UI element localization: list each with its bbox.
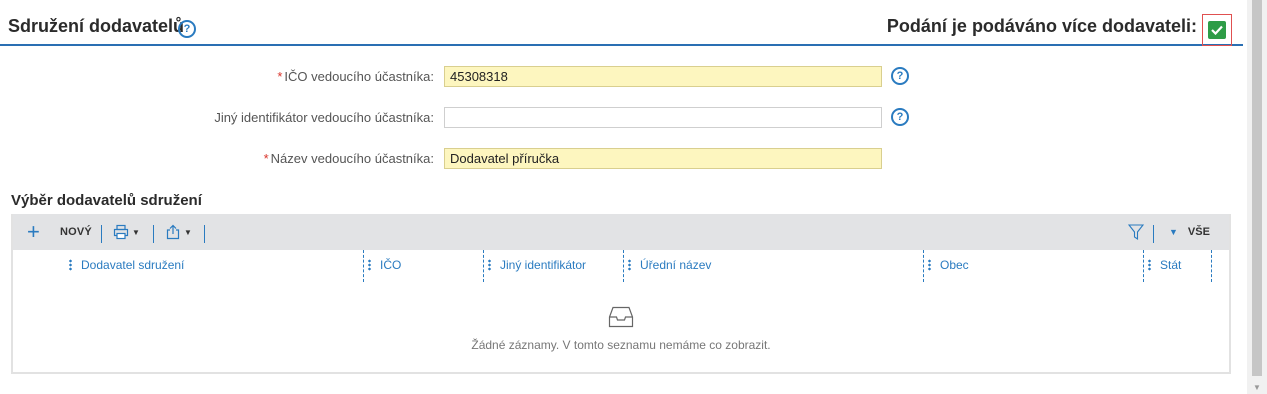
column-menu-icon[interactable] [488, 259, 491, 271]
required-marker: * [263, 151, 269, 166]
column-label: Úřední název [640, 258, 712, 272]
column-divider[interactable] [623, 250, 624, 282]
print-menu-button[interactable]: ▼ [113, 214, 140, 250]
leader-ico-input[interactable] [444, 66, 882, 87]
column-menu-icon[interactable] [928, 259, 931, 271]
column-header[interactable]: Obec [928, 258, 969, 272]
toolbar-divider [1153, 225, 1154, 243]
grid-toolbar: + NOVÝ ▼ ▼ ▼ VŠE [13, 214, 1229, 250]
empty-state: Žádné záznamy. V tomto seznamu nemáme co… [13, 306, 1229, 354]
view-all-filter[interactable]: ▼ VŠE [1169, 214, 1210, 250]
column-divider[interactable] [1143, 250, 1144, 282]
column-header[interactable]: Jiný identifikátor [488, 258, 586, 272]
empty-message: Žádné záznamy. V tomto seznamu nemáme co… [471, 338, 771, 352]
grid-column-header: Dodavatel sdružení IČO Jiný identifikáto… [13, 250, 1229, 284]
help-icon[interactable]: ? [178, 20, 196, 38]
leader-name-input[interactable] [444, 148, 882, 169]
filter-icon [1128, 224, 1144, 241]
add-icon[interactable]: + [27, 214, 40, 250]
column-label: Jiný identifikátor [500, 258, 587, 272]
export-menu-button[interactable]: ▼ [165, 214, 192, 250]
suppliers-list-title: Výběr dodavatelů sdružení [11, 192, 202, 209]
new-button[interactable]: NOVÝ [60, 214, 92, 250]
multi-supplier-label: Podání je podáváno více dodavateli: [886, 16, 1197, 36]
leader-other-id-input[interactable] [444, 107, 882, 128]
column-divider[interactable] [483, 250, 484, 282]
column-menu-icon[interactable] [368, 259, 371, 271]
column-label: Stát [1160, 258, 1182, 272]
help-icon[interactable]: ? [891, 108, 909, 126]
multi-supplier-checkbox[interactable] [1208, 21, 1226, 39]
checkmark-icon [1211, 25, 1223, 35]
column-divider[interactable] [1211, 250, 1212, 282]
leader-ico-label: * IČO vedoucího účastníka: [277, 69, 434, 84]
help-icon[interactable]: ? [891, 67, 909, 85]
leader-other-id-row: Jiný identifikátor vedoucího účastníka: … [0, 107, 1000, 129]
column-menu-icon[interactable] [628, 259, 631, 271]
print-icon [113, 224, 129, 240]
column-divider[interactable] [363, 250, 364, 282]
caret-down-icon: ▼ [1169, 227, 1178, 237]
scroll-down-icon[interactable]: ▼ [1253, 383, 1261, 392]
column-divider[interactable] [923, 250, 924, 282]
column-header[interactable]: Stát [1148, 258, 1181, 272]
leader-ico-label-text: IČO vedoucího účastníka: [284, 69, 434, 84]
required-marker: * [277, 69, 283, 84]
column-label: IČO [380, 258, 402, 272]
column-label: Dodavatel sdružení [81, 258, 185, 272]
leader-ico-row: *IČO vedoucího účastníka: ? [0, 66, 1000, 88]
section-title: Sdružení dodavatelů [8, 16, 185, 36]
export-icon [166, 224, 180, 240]
vertical-scrollbar[interactable]: ▼ [1247, 0, 1267, 394]
scrollbar-thumb[interactable] [1252, 0, 1262, 376]
toolbar-divider [204, 225, 205, 243]
filter-button[interactable] [1128, 214, 1144, 250]
column-header[interactable]: IČO [368, 258, 401, 272]
column-header[interactable]: Úřední název [628, 258, 711, 272]
section-header: Sdružení dodavatelů ? Podání je podáváno… [0, 6, 1243, 46]
page: Sdružení dodavatelů ? Podání je podáváno… [0, 0, 1247, 394]
column-menu-icon[interactable] [1148, 259, 1151, 271]
column-header[interactable]: Dodavatel sdružení [69, 258, 184, 272]
toolbar-divider [153, 225, 154, 243]
leader-name-label-text: Název vedoucího účastníka: [270, 151, 434, 166]
empty-tray-icon [608, 306, 634, 328]
leader-other-id-label: Jiný identifikátor vedoucího účastníka: [214, 110, 434, 125]
chevron-down-icon: ▼ [184, 227, 192, 237]
column-label: Obec [940, 258, 969, 272]
leader-name-label: * Název vedoucího účastníka: [264, 151, 434, 166]
multi-supplier-checkbox-frame [1202, 14, 1232, 46]
toolbar-divider [101, 225, 102, 243]
chevron-down-icon: ▼ [132, 227, 140, 237]
suppliers-grid: + NOVÝ ▼ ▼ ▼ VŠE Dodavatel sdružení IČO … [11, 214, 1231, 374]
leader-name-row: * Název vedoucího účastníka: [0, 148, 1000, 170]
view-all-label: VŠE [1187, 226, 1210, 238]
column-menu-icon[interactable] [69, 259, 72, 271]
